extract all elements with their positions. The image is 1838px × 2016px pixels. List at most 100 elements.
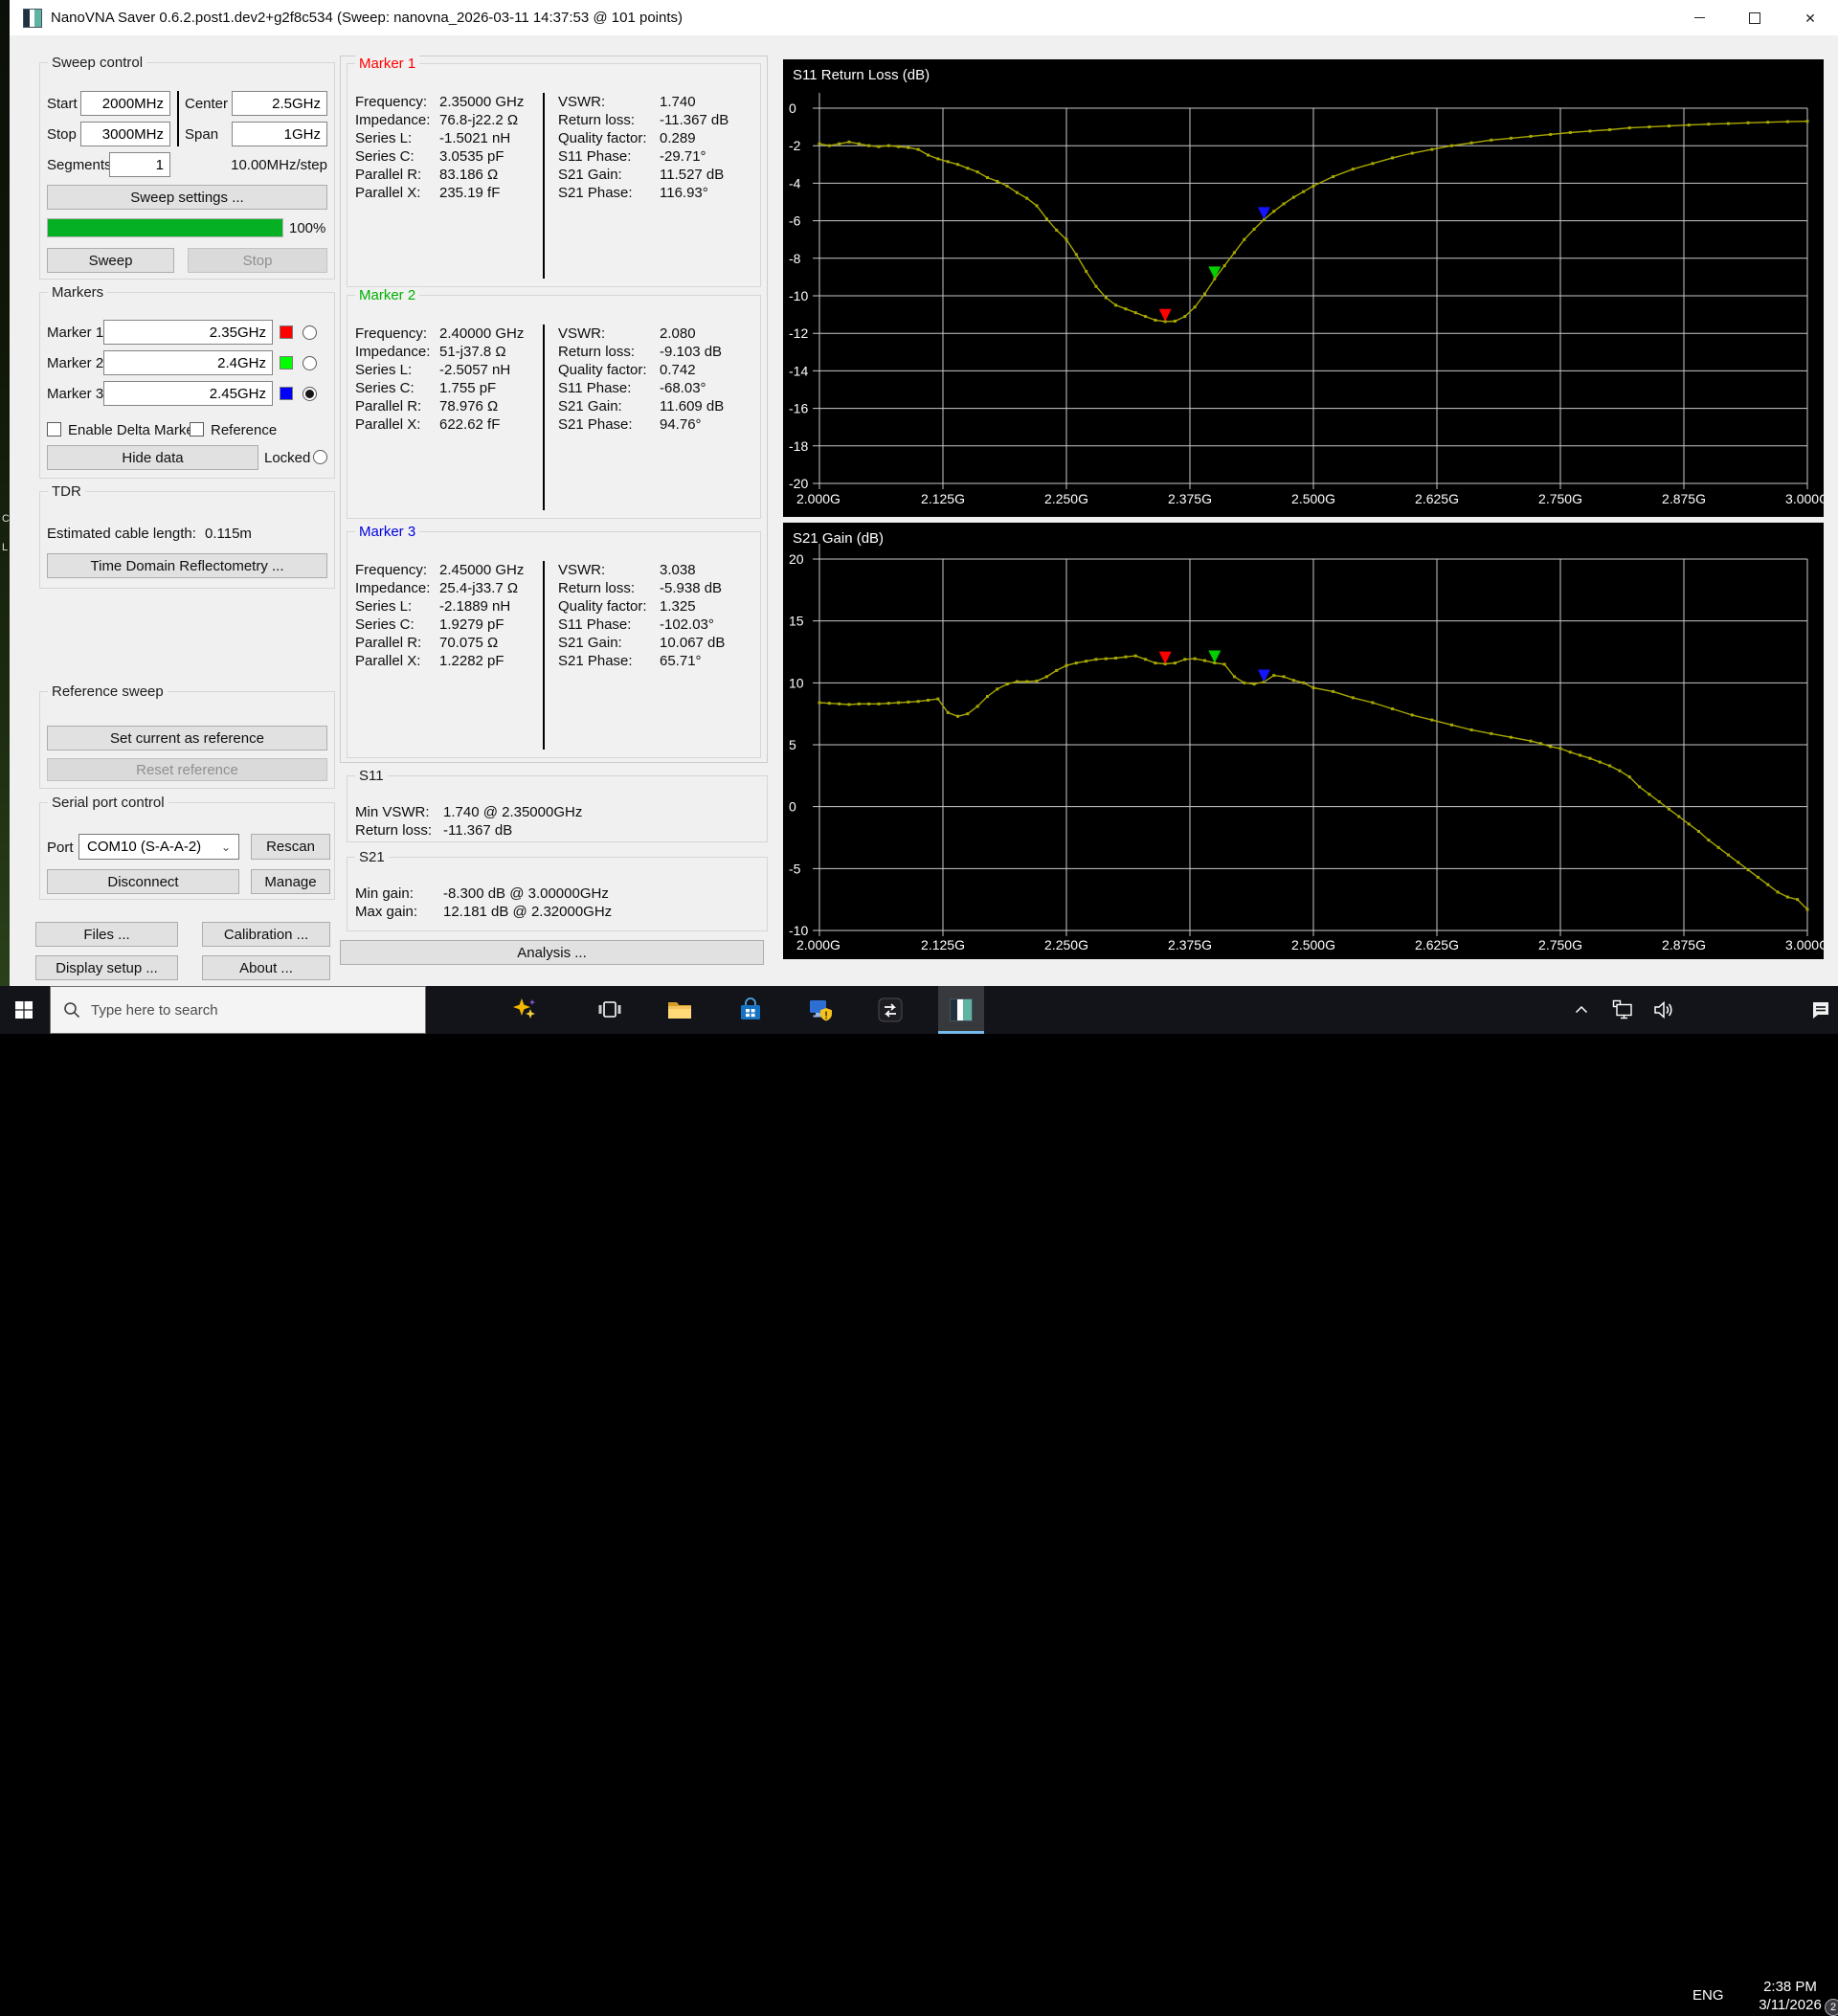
about-button[interactable]: About ... bbox=[202, 955, 330, 980]
markers-legend: Markers bbox=[48, 284, 107, 301]
marker-data-row: VSWR:3.038 bbox=[558, 561, 752, 579]
svg-text:2.375G: 2.375G bbox=[1168, 491, 1212, 506]
marker-box-1: Marker 1 Frequency:2.35000 GHzImpedance:… bbox=[347, 63, 761, 287]
marker-data-row: S21 Phase:116.93° bbox=[558, 184, 752, 202]
svg-text:2.125G: 2.125G bbox=[921, 491, 965, 506]
tray-clock[interactable]: 2:38 PM 3/11/2026 bbox=[1751, 1978, 1829, 2014]
marker-data-row: Parallel X:1.2282 pF bbox=[355, 652, 543, 670]
segments-input[interactable] bbox=[109, 152, 170, 177]
marker-data-row: Series L:-2.1889 nH bbox=[355, 597, 543, 616]
notification-icon bbox=[1809, 998, 1832, 1021]
s21-gain-chart[interactable]: S21 Gain (dB)20151050-5-102.000G2.125G2.… bbox=[783, 523, 1824, 959]
marker-data-row: VSWR:1.740 bbox=[558, 93, 752, 111]
marker3-color-swatch[interactable] bbox=[280, 387, 293, 400]
disconnect-button[interactable]: Disconnect bbox=[47, 869, 239, 894]
marker-data-row: Parallel R:78.976 Ω bbox=[355, 397, 543, 415]
close-button[interactable]: ✕ bbox=[1782, 0, 1838, 35]
marker3-radio[interactable] bbox=[303, 387, 317, 401]
taskbar-item-nanovna-saver[interactable] bbox=[938, 986, 984, 1034]
task-view-icon bbox=[597, 997, 622, 1022]
marker-data-row: Min gain:-8.300 dB @ 3.00000GHz bbox=[355, 885, 759, 903]
tray-show-hidden-icons[interactable] bbox=[1560, 986, 1603, 1034]
taskbar-item-store[interactable] bbox=[728, 986, 773, 1034]
minimize-button[interactable] bbox=[1671, 0, 1727, 35]
s11-return-loss-chart[interactable]: S11 Return Loss (dB)0-2-4-6-8-10-12-14-1… bbox=[783, 59, 1824, 517]
s11-summary-group: S11 Min VSWR:1.740 @ 2.35000GHzReturn lo… bbox=[347, 775, 768, 842]
marker-data-row: S11 Phase:-68.03° bbox=[558, 379, 752, 397]
sweep-settings-button[interactable]: Sweep settings ... bbox=[47, 185, 327, 210]
start-button[interactable] bbox=[0, 986, 48, 1034]
speaker-icon bbox=[1651, 997, 1676, 1022]
taskbar-search-box[interactable]: Type here to search bbox=[50, 986, 426, 1034]
svg-text:2.000G: 2.000G bbox=[796, 937, 841, 952]
segments-label: Segments bbox=[47, 157, 112, 173]
calibration-button[interactable]: Calibration ... bbox=[202, 922, 330, 947]
sparkle-icon bbox=[510, 996, 539, 1024]
progress-percent: 100% bbox=[289, 220, 325, 236]
stop-input[interactable] bbox=[80, 122, 170, 146]
marker-data-row: Quality factor:0.742 bbox=[558, 361, 752, 379]
locked-toggle[interactable] bbox=[313, 450, 327, 464]
marker2-input[interactable] bbox=[103, 350, 273, 375]
taskbar-item-security[interactable] bbox=[797, 986, 843, 1034]
svg-text:-10: -10 bbox=[789, 288, 808, 303]
reference-checkbox[interactable] bbox=[190, 422, 204, 437]
display-setup-button[interactable]: Display setup ... bbox=[35, 955, 178, 980]
marker-data-row: Quality factor:1.325 bbox=[558, 597, 752, 616]
chart-svg-s21: S21 Gain (dB)20151050-5-102.000G2.125G2.… bbox=[783, 523, 1824, 959]
set-reference-button[interactable]: Set current as reference bbox=[47, 726, 327, 750]
s11-summary-legend: S11 bbox=[355, 768, 388, 784]
search-icon bbox=[62, 1000, 81, 1019]
marker-box-3: Marker 3 Frequency:2.45000 GHzImpedance:… bbox=[347, 531, 761, 758]
span-input[interactable] bbox=[232, 122, 327, 146]
taskbar-item-sync-app[interactable] bbox=[867, 986, 913, 1034]
marker-data-row: Return loss:-11.367 dB bbox=[355, 821, 759, 840]
svg-text:20: 20 bbox=[789, 551, 804, 567]
marker2-radio[interactable] bbox=[303, 356, 317, 370]
port-select[interactable]: COM10 (S-A-A-2) ⌄ bbox=[78, 834, 239, 860]
start-input[interactable] bbox=[80, 91, 170, 116]
marker-data-row: Series C:1.9279 pF bbox=[355, 616, 543, 634]
clock-date: 3/11/2026 bbox=[1751, 1996, 1829, 2014]
marker-box-1-title: Marker 1 bbox=[355, 56, 419, 72]
files-button[interactable]: Files ... bbox=[35, 922, 178, 947]
svg-text:-16: -16 bbox=[789, 401, 808, 416]
stop-sweep-button[interactable]: Stop bbox=[188, 248, 327, 273]
taskbar-item-copilot[interactable] bbox=[502, 986, 548, 1034]
marker2-fields-right: VSWR:2.080Return loss:-9.103 dBQuality f… bbox=[545, 325, 752, 510]
marker1-fields-left: Frequency:2.35000 GHzImpedance:76.8-j22.… bbox=[355, 93, 543, 279]
sweep-progress-fill bbox=[48, 219, 282, 236]
marker1-radio[interactable] bbox=[303, 325, 317, 340]
taskbar-item-file-explorer[interactable] bbox=[657, 986, 703, 1034]
tray-network[interactable] bbox=[1603, 986, 1643, 1034]
port-value: COM10 (S-A-A-2) bbox=[87, 839, 201, 855]
tray-language[interactable]: ENG bbox=[1692, 1987, 1724, 2004]
reset-reference-button[interactable]: Reset reference bbox=[47, 758, 327, 781]
marker3-input[interactable] bbox=[103, 381, 273, 406]
marker-data-row: Return loss:-5.938 dB bbox=[558, 579, 752, 597]
svg-text:2.000G: 2.000G bbox=[796, 491, 841, 506]
hide-data-button[interactable]: Hide data bbox=[47, 445, 258, 470]
sweep-button[interactable]: Sweep bbox=[47, 248, 174, 273]
marker-data-row: Parallel R:70.075 Ω bbox=[355, 634, 543, 652]
svg-text:-20: -20 bbox=[789, 476, 808, 491]
marker1-input[interactable] bbox=[103, 320, 273, 345]
svg-text:0: 0 bbox=[789, 799, 796, 815]
marker2-color-swatch[interactable] bbox=[280, 356, 293, 370]
center-label: Center bbox=[185, 96, 228, 112]
marker-box-2: Marker 2 Frequency:2.40000 GHzImpedance:… bbox=[347, 295, 761, 519]
tray-volume[interactable] bbox=[1643, 986, 1685, 1034]
analysis-button[interactable]: Analysis ... bbox=[340, 940, 764, 965]
start-label: Start bbox=[47, 96, 78, 112]
manage-button[interactable]: Manage bbox=[251, 869, 330, 894]
tdr-button[interactable]: Time Domain Reflectometry ... bbox=[47, 553, 327, 578]
center-input[interactable] bbox=[232, 91, 327, 116]
tray-action-center[interactable] bbox=[1804, 986, 1838, 1034]
maximize-button[interactable] bbox=[1727, 0, 1782, 35]
marker-data-row: Impedance:76.8-j22.2 Ω bbox=[355, 111, 543, 129]
marker1-color-swatch[interactable] bbox=[280, 325, 293, 339]
rescan-button[interactable]: Rescan bbox=[251, 834, 330, 860]
enable-delta-marker-checkbox[interactable] bbox=[47, 422, 61, 437]
chart-svg-s11: S11 Return Loss (dB)0-2-4-6-8-10-12-14-1… bbox=[783, 59, 1824, 517]
taskbar-item-task-view[interactable] bbox=[587, 986, 633, 1034]
